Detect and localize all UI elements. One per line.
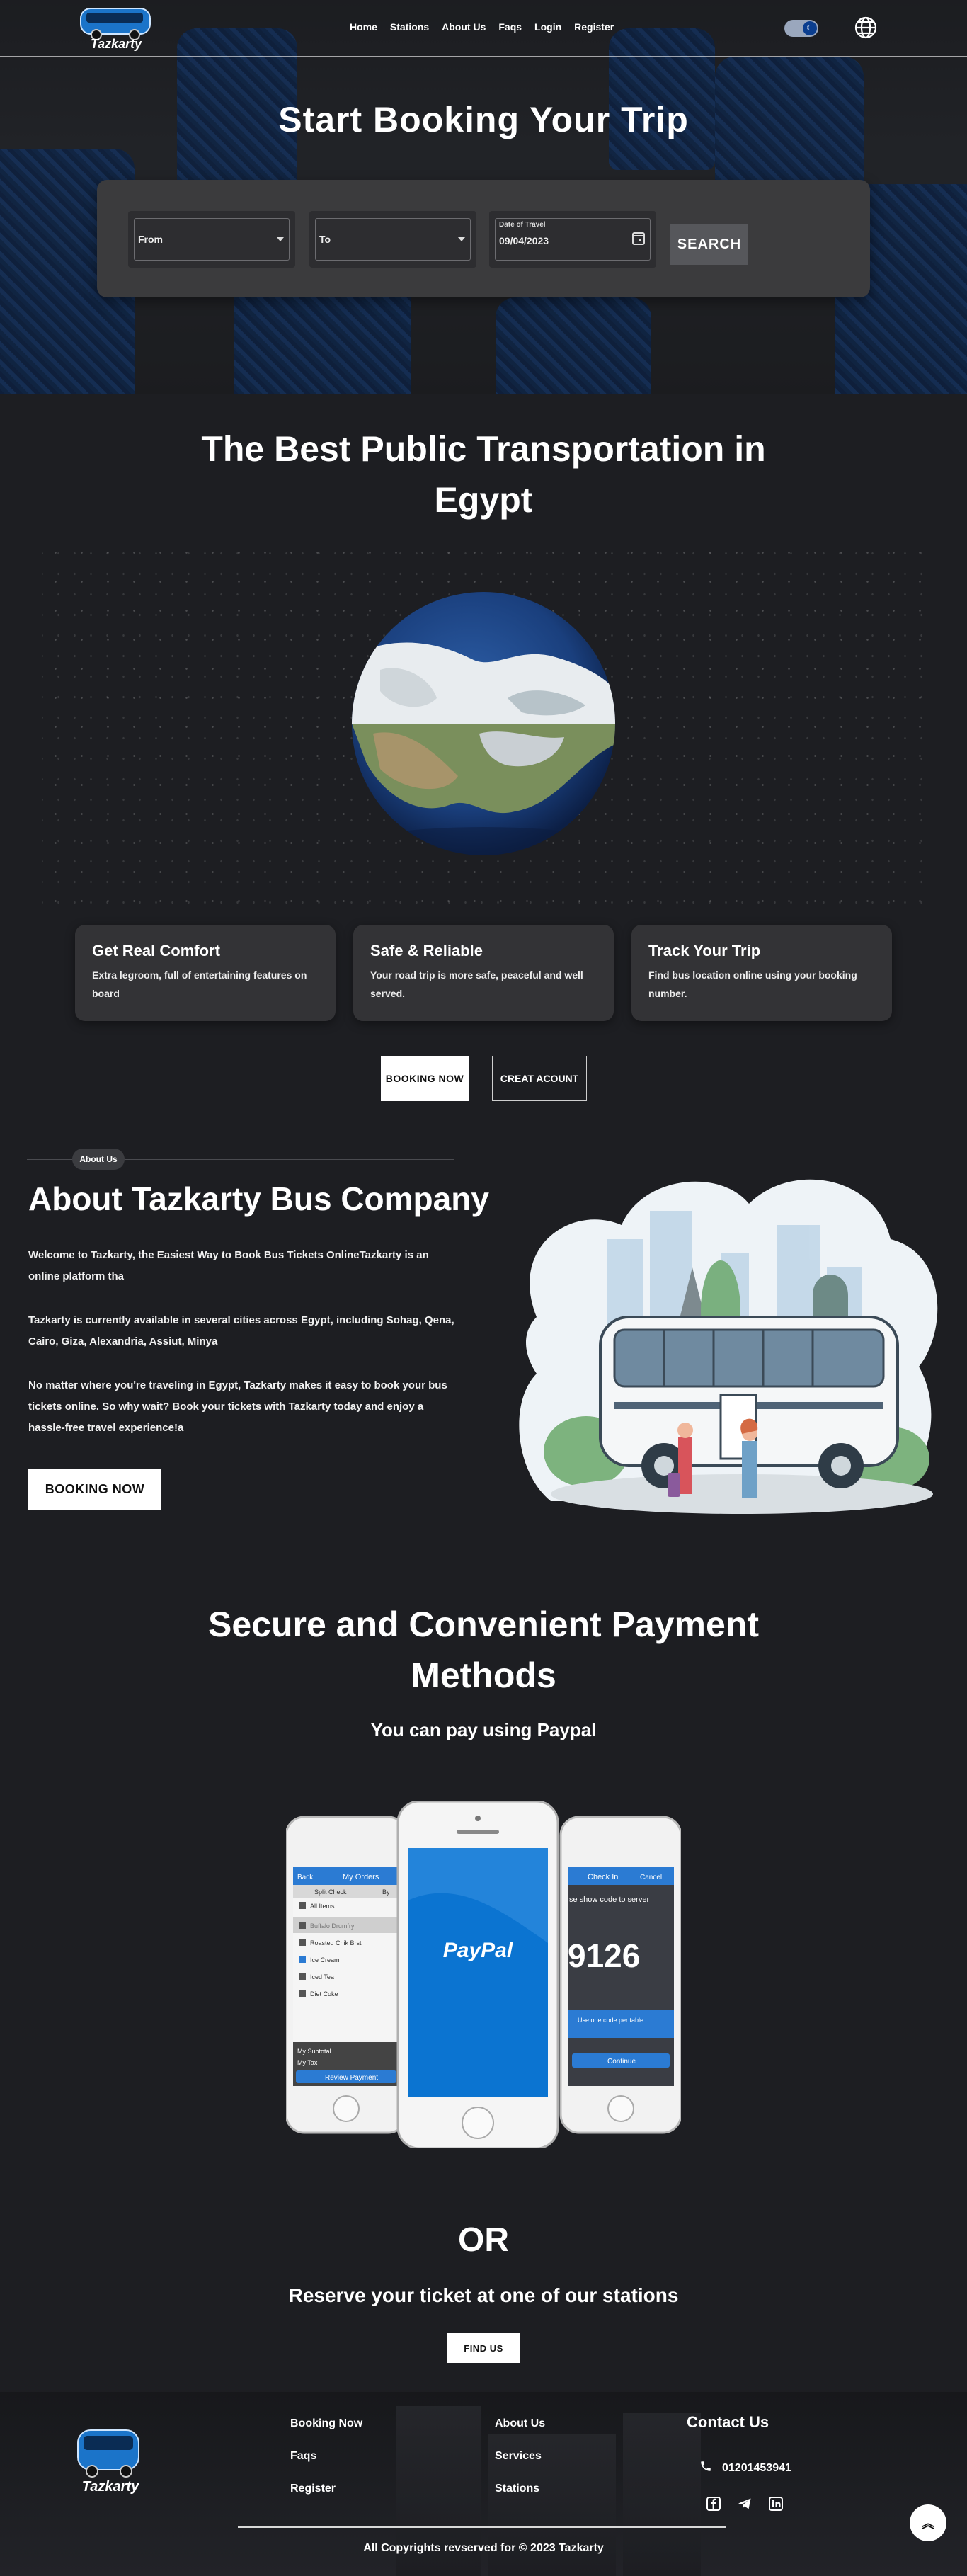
left-phone-split-text: Split Check	[314, 1888, 347, 1896]
left-phone-subtotal: My Subtotal	[297, 2048, 331, 2055]
copyright-text: All Copyrights revserved for © 2023 Tazk…	[363, 2542, 604, 2554]
payment-subtitle: You can pay using Paypal	[370, 1719, 597, 1740]
footer-link-register[interactable]: Register	[290, 2483, 336, 2495]
bus-illustration-image	[508, 1161, 940, 1539]
right-phone-header-text: Check In	[588, 1873, 618, 1881]
moon-icon: ☾	[803, 21, 817, 35]
right-phone-instruction-text: se show code to server	[569, 1896, 649, 1904]
phone-icon	[699, 2460, 712, 2476]
calendar-icon[interactable]	[632, 232, 645, 245]
payment-title-line2: Methods	[411, 1655, 556, 1695]
contact-us-title: Contact Us	[687, 2413, 769, 2431]
reserve-at-stations-text: Reserve your ticket at one of our statio…	[288, 2284, 679, 2306]
logo-text: Tazkarty	[91, 37, 142, 51]
chevron-down-icon	[458, 237, 465, 241]
hero-section: Tazkarty Home Stations About Us Faqs Log…	[0, 0, 967, 394]
left-phone-item: All Items	[310, 1903, 335, 1910]
trip-search-form: From To Date of Travel 09/04/2023 SEARCH	[97, 180, 870, 297]
about-paragraph-2: Tazkarty is currently available in sever…	[28, 1314, 454, 1347]
about-us-badge: About Us	[72, 1149, 125, 1170]
telegram-icon[interactable]	[738, 2497, 752, 2511]
globe-icon[interactable]	[854, 16, 878, 40]
right-phone-continue-button: Continue	[607, 2058, 636, 2065]
nav-link-login[interactable]: Login	[534, 21, 561, 33]
hero-title: Start Booking Your Trip	[278, 100, 689, 139]
date-of-travel-input[interactable]: Date of Travel 09/04/2023	[489, 211, 656, 268]
footer-link-stations[interactable]: Stations	[495, 2483, 539, 2495]
right-phone-note: Use one code per table.	[578, 2017, 646, 2024]
footer-link-services[interactable]: Services	[495, 2450, 542, 2463]
feature-text: Extra legroom, full of entertaining feat…	[92, 969, 307, 999]
right-phone-cancel-text: Cancel	[640, 1874, 662, 1881]
to-select[interactable]: To	[309, 211, 476, 268]
about-title: About Tazkarty Bus Company	[28, 1180, 489, 1217]
payment-title-line1: Secure and Convenient Payment	[207, 1605, 759, 1644]
about-paragraph-1: Welcome to Tazkarty, the Easiest Way to …	[28, 1249, 429, 1282]
top-navbar: Tazkarty Home Stations About Us Faqs Log…	[0, 0, 967, 57]
nav-link-about-us[interactable]: About Us	[442, 21, 486, 33]
chevron-down-icon	[277, 237, 284, 241]
social-links	[706, 2497, 783, 2511]
nav-link-home[interactable]: Home	[350, 21, 377, 33]
feature-title: Track Your Trip	[648, 942, 761, 959]
feature-card-comfort: Get Real Comfort Extra legroom, full of …	[75, 925, 336, 1021]
footer-link-faqs[interactable]: Faqs	[290, 2450, 316, 2463]
booking-now-button[interactable]: BOOKING NOW	[381, 1056, 469, 1101]
to-select-value: To	[319, 234, 331, 245]
bus-logo-icon[interactable]: Tazkarty	[76, 4, 156, 51]
date-of-travel-value: 09/04/2023	[499, 235, 549, 246]
date-of-travel-label: Date of Travel	[499, 221, 546, 229]
about-paragraph-3: No matter where you're traveling in Egyp…	[28, 1379, 447, 1434]
footer-link-booking-now[interactable]: Booking Now	[290, 2417, 362, 2430]
left-phone-by-text: By	[382, 1888, 390, 1896]
footer: Tazkarty Booking Now Faqs Register About…	[0, 2392, 967, 2576]
footer-logo-text: Tazkarty	[82, 2479, 139, 2495]
right-phone-code: 9126	[568, 1937, 640, 1974]
feature-card-tracking: Track Your Trip Find bus location online…	[631, 925, 892, 1021]
left-phone-item: Roasted Chik Brst	[310, 1939, 362, 1947]
from-select[interactable]: From	[128, 211, 295, 268]
nav-link-register[interactable]: Register	[574, 21, 614, 33]
footer-divider	[238, 2526, 726, 2528]
left-phone-tax: My Tax	[297, 2059, 318, 2066]
linkedin-icon[interactable]	[769, 2497, 783, 2511]
find-us-button[interactable]: FIND US	[447, 2333, 520, 2363]
scroll-to-top-button[interactable]: ︽	[910, 2504, 946, 2541]
left-phone-item: Diet Coke	[310, 1990, 338, 1997]
from-select-value: From	[138, 234, 163, 245]
contact-phone: 01201453941	[699, 2460, 791, 2476]
transport-title-line1: The Best Public Transportation in	[201, 429, 766, 469]
left-phone-header-text: My Orders	[343, 1873, 379, 1881]
contact-phone-number[interactable]: 01201453941	[722, 2462, 791, 2475]
left-phone-item: Ice Cream	[310, 1956, 340, 1964]
paypal-phones-image: Back My Orders Split Check By All Items …	[285, 1800, 682, 2150]
feature-title: Get Real Comfort	[92, 942, 220, 959]
search-button[interactable]: SEARCH	[670, 224, 748, 265]
feature-card-safety: Safe & Reliable Your road trip is more s…	[353, 925, 614, 1021]
earth-globe-image	[352, 592, 615, 855]
feature-text: Your road trip is more safe, peaceful an…	[370, 969, 583, 999]
transport-title-line2: Egypt	[434, 480, 533, 520]
left-phone-review-button: Review Payment	[325, 2074, 378, 2082]
footer-bus-logo-icon[interactable]: Tazkarty	[71, 2420, 150, 2498]
left-phone-item: Iced Tea	[310, 1973, 334, 1981]
nav-link-faqs[interactable]: Faqs	[498, 21, 522, 33]
create-account-button[interactable]: CREAT ACOUNT	[492, 1056, 587, 1101]
left-phone-back-text: Back	[297, 1874, 314, 1881]
feature-text: Find bus location online using your book…	[648, 969, 857, 999]
paypal-logo-text: PayPal	[443, 1939, 513, 1962]
chevron-up-icon: ︽	[922, 2517, 934, 2531]
left-phone-item: Buffalo Drumfry	[310, 1922, 355, 1930]
theme-toggle[interactable]: ☾	[784, 20, 818, 37]
facebook-icon[interactable]	[706, 2497, 721, 2511]
nav-link-stations[interactable]: Stations	[390, 21, 429, 33]
feature-title: Safe & Reliable	[370, 942, 483, 959]
nav-links: Home Stations About Us Faqs Login Regist…	[350, 21, 614, 33]
footer-link-about-us[interactable]: About Us	[495, 2417, 545, 2430]
about-booking-now-button[interactable]: BOOKING NOW	[28, 1469, 161, 1510]
or-separator: OR	[458, 2221, 509, 2259]
